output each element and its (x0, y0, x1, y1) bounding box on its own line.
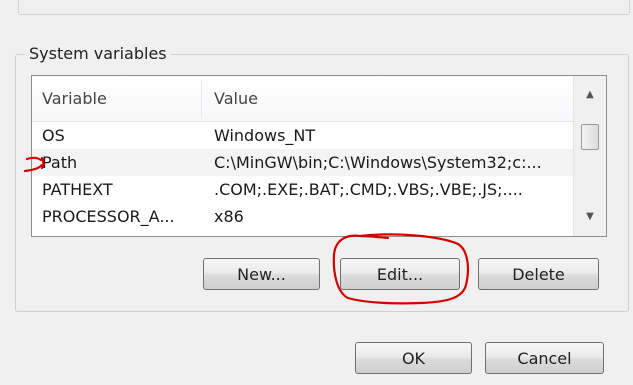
arrow-down-icon[interactable]: ▼ (574, 202, 606, 232)
variable-name: PATHEXT (42, 180, 113, 199)
system-variables-label: System variables (25, 44, 171, 63)
scrollbar-thumb[interactable] (581, 124, 599, 150)
table-row[interactable]: OS Windows_NT (32, 122, 573, 149)
table-row[interactable]: Path C:\MinGW\bin;C:\Windows\System32;c:… (32, 149, 573, 176)
list-header: Variable Value (32, 76, 573, 122)
table-row[interactable]: PROCESSOR_A... x86 (32, 203, 573, 230)
new-button[interactable]: New... (203, 258, 320, 290)
table-row[interactable]: PATHEXT .COM;.EXE;.BAT;.CMD;.VBS;.VBE;.J… (32, 176, 573, 203)
arrow-up-icon[interactable]: ▲ (574, 80, 606, 110)
ok-button[interactable]: OK (355, 342, 472, 374)
variable-value: x86 (214, 207, 244, 226)
environment-group-box-top (18, 0, 630, 15)
delete-button[interactable]: Delete (478, 258, 599, 290)
variable-value: .COM;.EXE;.BAT;.CMD;.VBS;.VBE;.JS;.... (214, 180, 523, 199)
column-header-value[interactable]: Value (214, 76, 258, 121)
system-variables-list[interactable]: Variable Value OS Windows_NT Path C:\Min… (31, 75, 607, 237)
cancel-button[interactable]: Cancel (485, 342, 604, 374)
variable-value: Windows_NT (214, 126, 316, 145)
column-divider[interactable] (201, 80, 202, 117)
edit-button[interactable]: Edit... (340, 258, 460, 290)
column-header-variable[interactable]: Variable (42, 76, 107, 121)
vertical-scrollbar[interactable]: ▲ ▼ (573, 76, 606, 236)
variable-name: PROCESSOR_A... (42, 207, 175, 226)
variable-value: C:\MinGW\bin;C:\Windows\System32;c:... (214, 153, 542, 172)
variable-name: OS (42, 126, 65, 145)
variable-name: Path (42, 153, 78, 172)
